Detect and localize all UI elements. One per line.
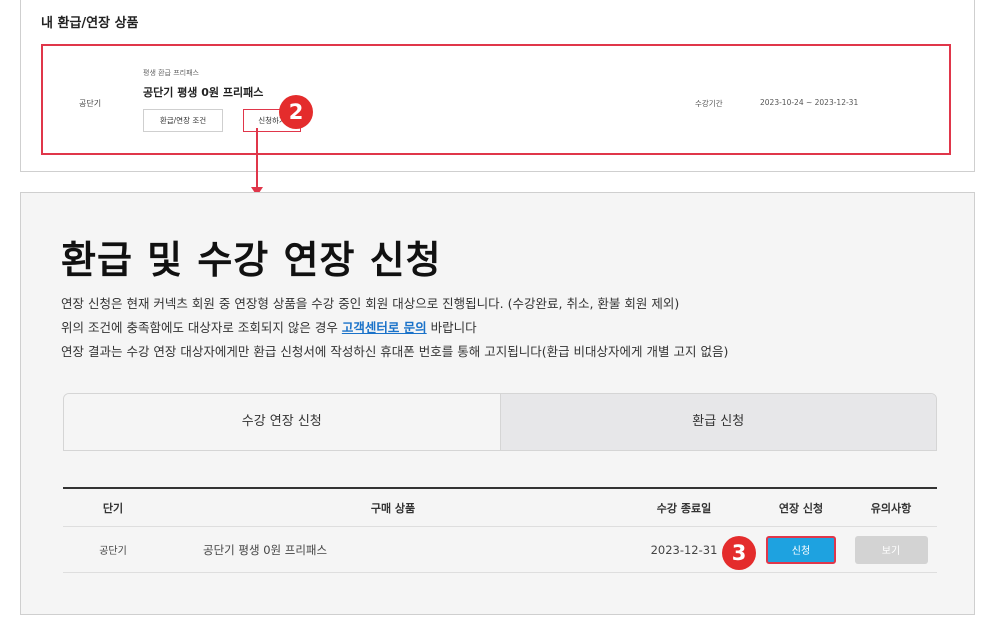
- header-notice: 유의사항: [870, 501, 912, 515]
- my-products-panel: 내 환급/연장 상품 공단기 평생 환급 프리패스 공단기 평생 0원 프리패스…: [20, 0, 975, 172]
- notice-view-button[interactable]: 보기: [854, 535, 928, 564]
- header-product: 구매 상품: [370, 501, 416, 515]
- products-table: 단기 구매 상품 수강 종료일 연장 신청 유의사항 공단기 공단기 평생 0원…: [63, 487, 937, 573]
- extension-apply-button[interactable]: 신청: [766, 535, 836, 564]
- conditions-button[interactable]: 환급/연장 조건: [143, 109, 223, 132]
- description-line-2-text: 위의 조건에 충족함에도 대상자로 조회되지 않은 경우: [61, 320, 342, 335]
- refund-extension-panel: 환급 및 수강 연장 신청 연장 신청은 현재 커넥츠 회원 중 연장형 상품을…: [20, 192, 975, 615]
- tab-refund[interactable]: 환급 신청: [499, 394, 936, 450]
- section-title: 내 환급/연장 상품: [41, 16, 139, 31]
- product-category: 평생 환급 프리패스: [143, 69, 199, 77]
- page-title: 환급 및 수강 연장 신청: [61, 238, 442, 282]
- header-extend: 연장 신청: [778, 501, 824, 515]
- step-badge-3: 3: [722, 536, 756, 570]
- tab-extension[interactable]: 수강 연장 신청: [64, 394, 500, 450]
- tab-bar: 수강 연장 신청 환급 신청: [63, 393, 937, 451]
- description-line-2: 위의 조건에 충족함에도 대상자로 조회되지 않은 경우 고객센터로 문의 바랍…: [61, 317, 477, 336]
- table-header: 단기 구매 상품 수강 종료일 연장 신청 유의사항: [63, 489, 937, 527]
- description-line-1: 연장 신청은 현재 커넥츠 회원 중 연장형 상품을 수강 중인 회원 대상으로…: [61, 296, 680, 311]
- row-view-cell: 보기: [845, 527, 937, 572]
- header-tier: 단기: [102, 501, 124, 515]
- customer-center-link[interactable]: 고객센터로 문의: [342, 320, 427, 335]
- description-line-2-suffix: 바랍니다: [426, 320, 477, 335]
- row-product: 공단기 평생 0원 프리패스: [203, 542, 328, 557]
- row-tier: 공단기: [99, 546, 127, 557]
- row-end-date: 2023-12-31: [650, 542, 718, 557]
- product-name: 공단기 평생 0원 프리패스: [143, 86, 264, 99]
- flow-arrow-line: [256, 128, 258, 188]
- row-apply-cell: 신청: [763, 527, 839, 572]
- description-line-3: 연장 결과는 수강 연장 대상자에게만 환급 신청서에 작성하신 휴대폰 번호를…: [61, 344, 729, 359]
- header-end-date: 수강 종료일: [656, 501, 712, 515]
- step-badge-2: 2: [279, 95, 313, 129]
- period-label: 수강기간: [695, 99, 723, 108]
- product-card: 공단기 평생 환급 프리패스 공단기 평생 0원 프리패스 환급/연장 조건 신…: [41, 44, 951, 155]
- product-tier: 공단기: [79, 99, 102, 108]
- table-row: 공단기 공단기 평생 0원 프리패스 2023-12-31 신청 보기: [63, 527, 937, 573]
- period-value: 2023-10-24 ~ 2023-12-31: [760, 98, 859, 107]
